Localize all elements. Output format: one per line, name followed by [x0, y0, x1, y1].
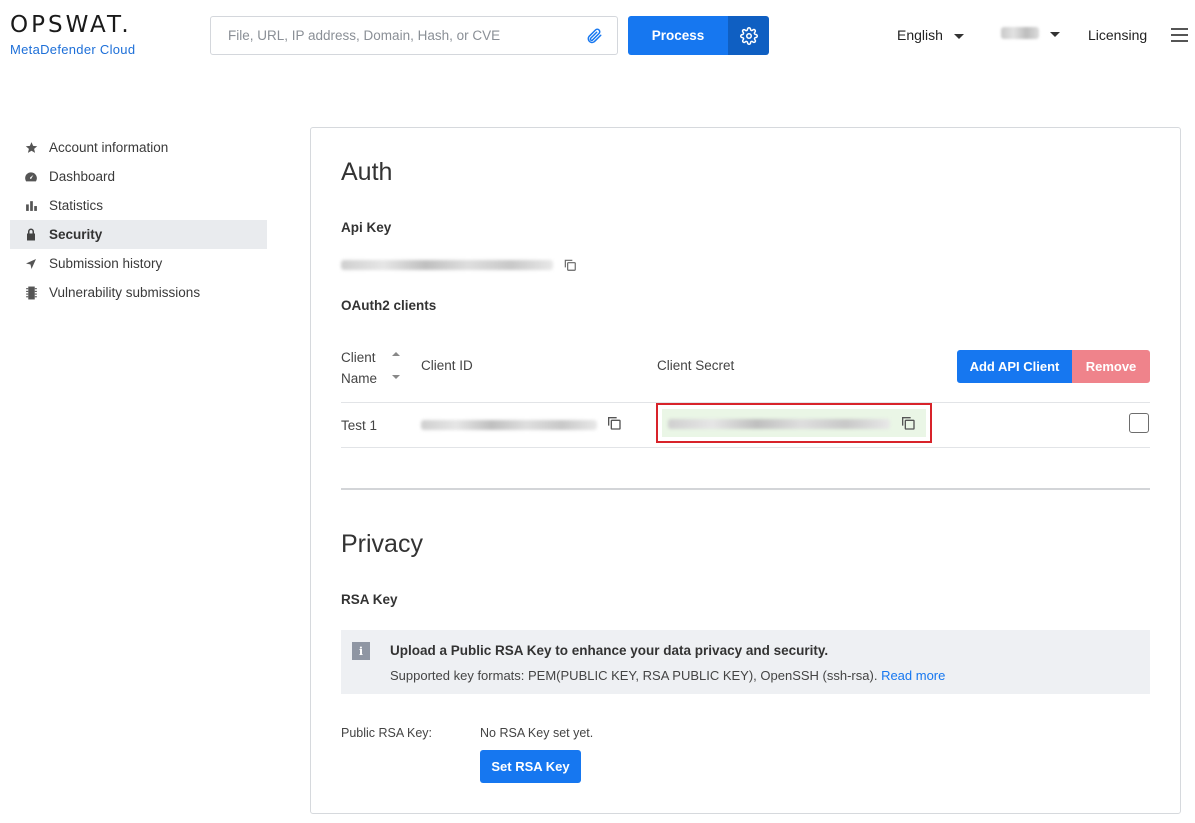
process-group: Process [628, 16, 769, 55]
licensing-link[interactable]: Licensing [1088, 27, 1147, 43]
section-divider [341, 488, 1150, 490]
sidebar-item-label: Statistics [49, 198, 104, 213]
gear-icon [739, 26, 758, 45]
sidebar-item-security[interactable]: Security [10, 220, 267, 249]
client-name-header-line2: Name [341, 371, 378, 386]
security-card: Auth Api Key OAuth2 clients Client Name … [310, 127, 1181, 814]
info-icon: i [352, 642, 370, 660]
auth-heading: Auth [341, 158, 393, 186]
copy-icon[interactable] [900, 415, 916, 431]
api-key-value-redacted [341, 260, 553, 270]
paperclip-icon[interactable] [585, 27, 603, 45]
column-header-client-secret: Client Secret [657, 358, 735, 373]
column-header-client-id: Client ID [421, 358, 473, 373]
sidebar-item-label: Account information [49, 140, 169, 155]
search-input[interactable] [211, 17, 571, 54]
sidebar-item-label: Dashboard [49, 169, 116, 184]
api-key-label: Api Key [341, 220, 392, 235]
rsa-info-box: i Upload a Public RSA Key to enhance you… [341, 630, 1150, 694]
copy-icon[interactable] [606, 415, 622, 431]
client-id-redacted [421, 420, 597, 430]
brand-logo[interactable]: OPSWAT. MetaDefender Cloud [10, 12, 135, 57]
divider [341, 447, 1150, 448]
lock-icon [24, 228, 38, 242]
chip-icon [24, 286, 38, 300]
rsa-key-label: RSA Key [341, 592, 398, 607]
client-secret-redacted [668, 419, 890, 429]
remove-button[interactable]: Remove [1072, 350, 1150, 383]
chevron-down-icon [953, 33, 964, 39]
sidebar: Account information Dashboard Statistics… [10, 133, 267, 307]
process-settings-button[interactable] [728, 16, 769, 55]
language-label: English [897, 27, 943, 43]
client-name-header-line1: Client [341, 350, 376, 365]
opswat-logo: OPSWAT. [10, 12, 132, 38]
add-api-client-button[interactable]: Add API Client [957, 350, 1072, 383]
read-more-link[interactable]: Read more [881, 668, 945, 683]
sidebar-item-vulnerability-submissions[interactable]: Vulnerability submissions [10, 278, 267, 307]
product-name: MetaDefender Cloud [10, 42, 136, 57]
dashboard-icon [24, 170, 38, 184]
process-button[interactable]: Process [628, 16, 728, 55]
sidebar-item-submission-history[interactable]: Submission history [10, 249, 267, 278]
info-text-line: Supported key formats: PEM(PUBLIC KEY, R… [390, 668, 945, 683]
oauth2-clients-label: OAuth2 clients [341, 298, 437, 313]
sidebar-item-label: Vulnerability submissions [49, 285, 201, 300]
sort-icon[interactable] [391, 350, 401, 380]
username-redacted [1001, 27, 1039, 39]
bar-chart-icon [24, 199, 38, 213]
public-rsa-key-value: No RSA Key set yet. [480, 726, 594, 740]
client-name-cell: Test 1 [341, 418, 378, 433]
chevron-down-icon [1050, 31, 1060, 37]
location-arrow-icon [24, 257, 38, 271]
search-box [210, 16, 618, 55]
sidebar-item-dashboard[interactable]: Dashboard [10, 162, 267, 191]
hamburger-menu-icon[interactable] [1171, 28, 1188, 42]
column-header-client-name[interactable]: Client Name [341, 347, 377, 389]
sidebar-item-label: Security [49, 227, 103, 242]
copy-icon[interactable] [563, 258, 577, 272]
set-rsa-key-button[interactable]: Set RSA Key [480, 750, 581, 783]
sidebar-item-account-information[interactable]: Account information [10, 133, 267, 162]
public-rsa-key-label: Public RSA Key: [341, 726, 433, 740]
row-select-checkbox[interactable] [1129, 413, 1149, 433]
user-menu[interactable] [1001, 27, 1060, 39]
language-selector[interactable]: English [897, 27, 964, 43]
info-title: Upload a Public RSA Key to enhance your … [390, 643, 829, 658]
client-secret-highlight [656, 403, 932, 443]
sidebar-item-label: Submission history [49, 256, 163, 271]
sidebar-item-statistics[interactable]: Statistics [10, 191, 267, 220]
privacy-heading: Privacy [341, 530, 423, 558]
info-text: Supported key formats: PEM(PUBLIC KEY, R… [390, 668, 878, 683]
star-icon [24, 141, 38, 155]
